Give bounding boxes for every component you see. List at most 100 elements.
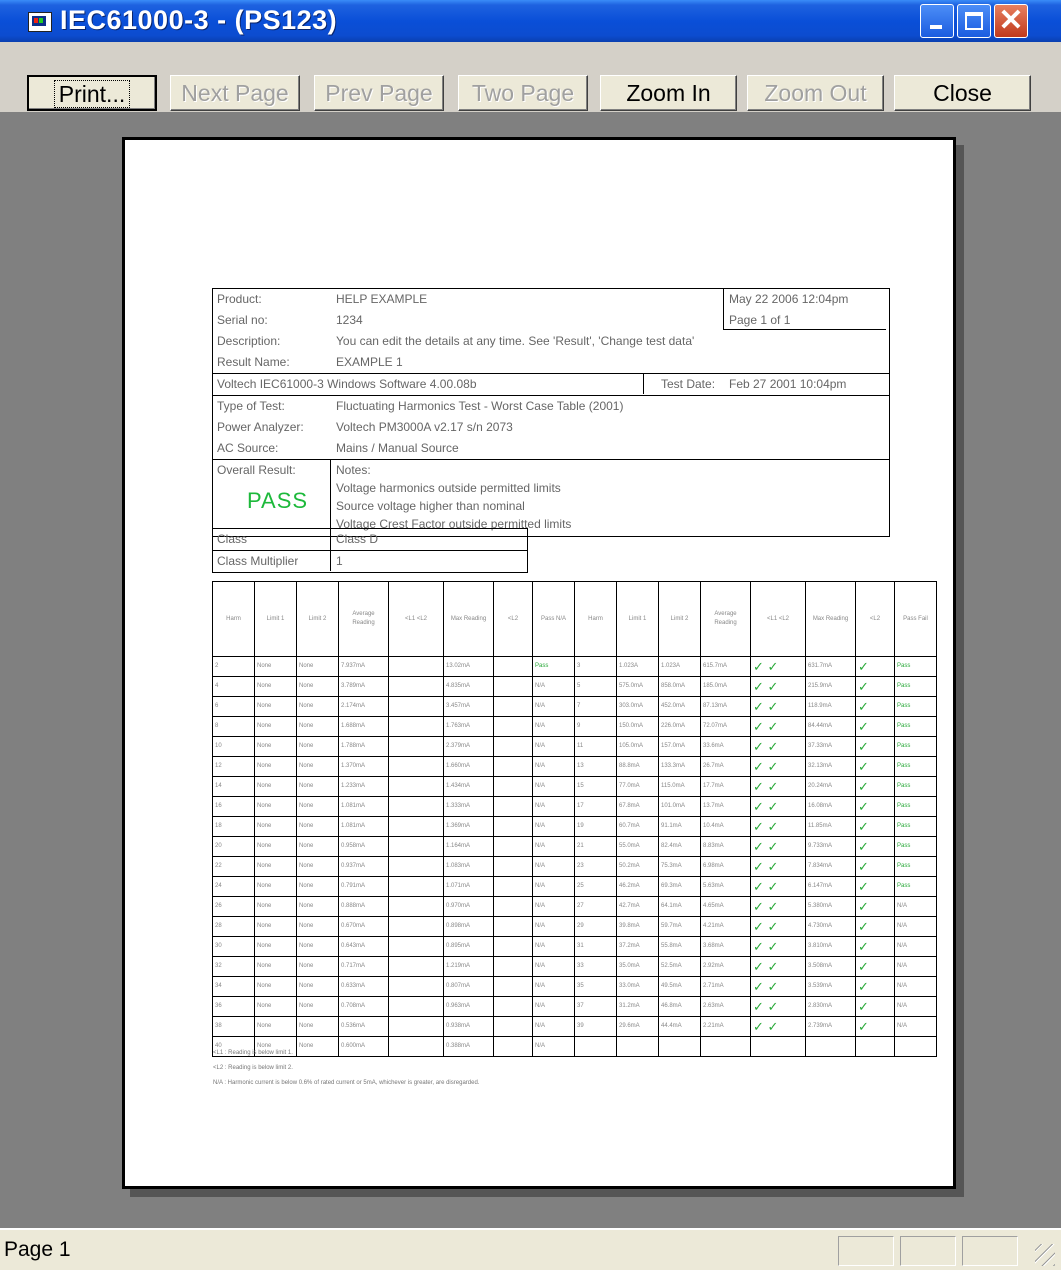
table-cell: 1.660mA xyxy=(443,756,494,777)
table-cell: 101.0mA xyxy=(658,796,701,817)
table-cell: 87.13mA xyxy=(700,696,751,717)
table-cell: 11.85mA xyxy=(805,816,856,837)
zoom-out-button[interactable]: Zoom Out xyxy=(747,75,884,111)
table-cell xyxy=(493,696,533,717)
table-cell xyxy=(388,876,444,897)
table-cell: ✓ ✓ xyxy=(750,956,806,977)
table-cell: 575.0mA xyxy=(616,676,659,697)
table-row: 16 None None 1.081mA 1.333mA N/A 17 67.8mA 101.0… xyxy=(212,796,937,817)
table-cell: ✓ ✓ xyxy=(750,716,806,737)
table-cell xyxy=(388,1016,444,1037)
table-cell: ✓ xyxy=(855,696,895,717)
table-cell xyxy=(493,676,533,697)
analyzer-label: Power Analyzer: xyxy=(217,420,304,434)
table-cell: 2.379mA xyxy=(443,736,494,757)
table-cell: 2.21mA xyxy=(700,1016,751,1037)
table-cell xyxy=(388,996,444,1017)
table-cell: N/A xyxy=(532,696,575,717)
table-cell: ✓ ✓ xyxy=(750,696,806,717)
next-page-button[interactable]: Next Page xyxy=(170,75,300,111)
table-cell: None xyxy=(254,716,297,737)
two-page-button[interactable]: Two Page xyxy=(458,75,588,111)
table-cell: 64.1mA xyxy=(658,896,701,917)
table-cell: 3.789mA xyxy=(338,676,389,697)
table-cell: 18 xyxy=(212,816,255,837)
zoom-in-button[interactable]: Zoom In xyxy=(600,75,737,111)
table-cell: 33 xyxy=(574,956,617,977)
table-cell: N/A xyxy=(532,956,575,977)
table-cell: None xyxy=(296,816,339,837)
title-bar[interactable]: IEC61000-3 - (PS123) ✕ xyxy=(0,0,1061,42)
table-cell: ✓ xyxy=(855,916,895,937)
table-row: 28 None None 0.670mA 0.898mA N/A 29 39.8mA 59.7m… xyxy=(212,916,937,937)
column-header: Limit 2 xyxy=(658,581,701,657)
prev-page-button[interactable]: Prev Page xyxy=(314,75,444,111)
app-icon xyxy=(28,12,52,32)
status-bar: Page 1 xyxy=(0,1228,1061,1270)
table-cell: N/A xyxy=(532,816,575,837)
overall-result-label: Overall Result: xyxy=(217,463,296,477)
close-icon: ✕ xyxy=(998,4,1024,37)
minimize-button[interactable] xyxy=(920,4,954,38)
table-cell: 452.0mA xyxy=(658,696,701,717)
table-cell: ✓ ✓ xyxy=(750,656,806,677)
report-datetime: May 22 2006 12:04pm xyxy=(729,292,849,306)
table-cell: 615.7mA xyxy=(700,656,751,677)
table-cell xyxy=(388,656,444,677)
table-cell: None xyxy=(296,976,339,997)
table-cell xyxy=(493,796,533,817)
table-cell: None xyxy=(254,836,297,857)
table-cell: None xyxy=(296,836,339,857)
table-row: 8 None None 1.688mA 1.763mA N/A 9 150.0mA 226.0m… xyxy=(212,716,937,737)
resize-grip[interactable] xyxy=(1035,1244,1055,1266)
close-button[interactable]: Close xyxy=(894,75,1031,111)
table-cell: 157.0mA xyxy=(658,736,701,757)
table-cell: ✓ xyxy=(855,776,895,797)
report-page: Product: HELP EXAMPLE May 22 2006 12:04p… xyxy=(122,137,956,1189)
table-cell: 77.0mA xyxy=(616,776,659,797)
table-cell: 60.7mA xyxy=(616,816,659,837)
table-cell: 3 xyxy=(574,656,617,677)
table-cell: Pass xyxy=(894,736,937,757)
table-cell: 84.44mA xyxy=(805,716,856,737)
result-name-label: Result Name: xyxy=(217,355,290,369)
table-cell: ✓ xyxy=(855,976,895,997)
maximize-button[interactable] xyxy=(957,4,991,38)
table-cell: 1.023A xyxy=(616,656,659,677)
table-cell: Pass xyxy=(894,716,937,737)
column-header: <L1 <L2 xyxy=(750,581,806,657)
table-cell xyxy=(700,1036,751,1057)
table-cell: Pass xyxy=(894,876,937,897)
table-cell: 3.508mA xyxy=(805,956,856,977)
table-cell xyxy=(805,1036,856,1057)
table-cell: None xyxy=(296,916,339,937)
table-row: 26 None None 0.888mA 0.970mA N/A 27 42.7mA 64.1m… xyxy=(212,896,937,917)
table-cell: 1.434mA xyxy=(443,776,494,797)
table-cell: 35 xyxy=(574,976,617,997)
table-cell: Pass xyxy=(894,776,937,797)
note-voltage-harmonics: Voltage harmonics outside permitted limi… xyxy=(336,481,561,495)
table-cell: N/A xyxy=(532,876,575,897)
table-cell: N/A xyxy=(532,716,575,737)
table-cell: 42.7mA xyxy=(616,896,659,917)
table-cell: 0.938mA xyxy=(443,1016,494,1037)
column-header: <L2 xyxy=(493,581,533,657)
window-close-button[interactable]: ✕ xyxy=(994,4,1028,38)
table-cell: ✓ ✓ xyxy=(750,856,806,877)
table-cell: None xyxy=(254,816,297,837)
serial-value: 1234 xyxy=(336,313,363,327)
test-type-label: Type of Test: xyxy=(217,399,285,413)
print-button[interactable]: Print... xyxy=(27,75,157,111)
table-cell: None xyxy=(254,696,297,717)
table-cell: 31.2mA xyxy=(616,996,659,1017)
table-cell: 33.6mA xyxy=(700,736,751,757)
table-cell: Pass xyxy=(894,656,937,677)
table-cell: 55.8mA xyxy=(658,936,701,957)
table-cell xyxy=(493,896,533,917)
status-panel xyxy=(962,1236,1018,1266)
column-header: <L1 <L2 xyxy=(388,581,444,657)
table-notes: <L1 : Reading is below limit 1. <L2 : Re… xyxy=(213,1046,479,1091)
table-cell: N/A xyxy=(894,976,937,997)
table-cell: 0.963mA xyxy=(443,996,494,1017)
table-cell: ✓ ✓ xyxy=(750,756,806,777)
